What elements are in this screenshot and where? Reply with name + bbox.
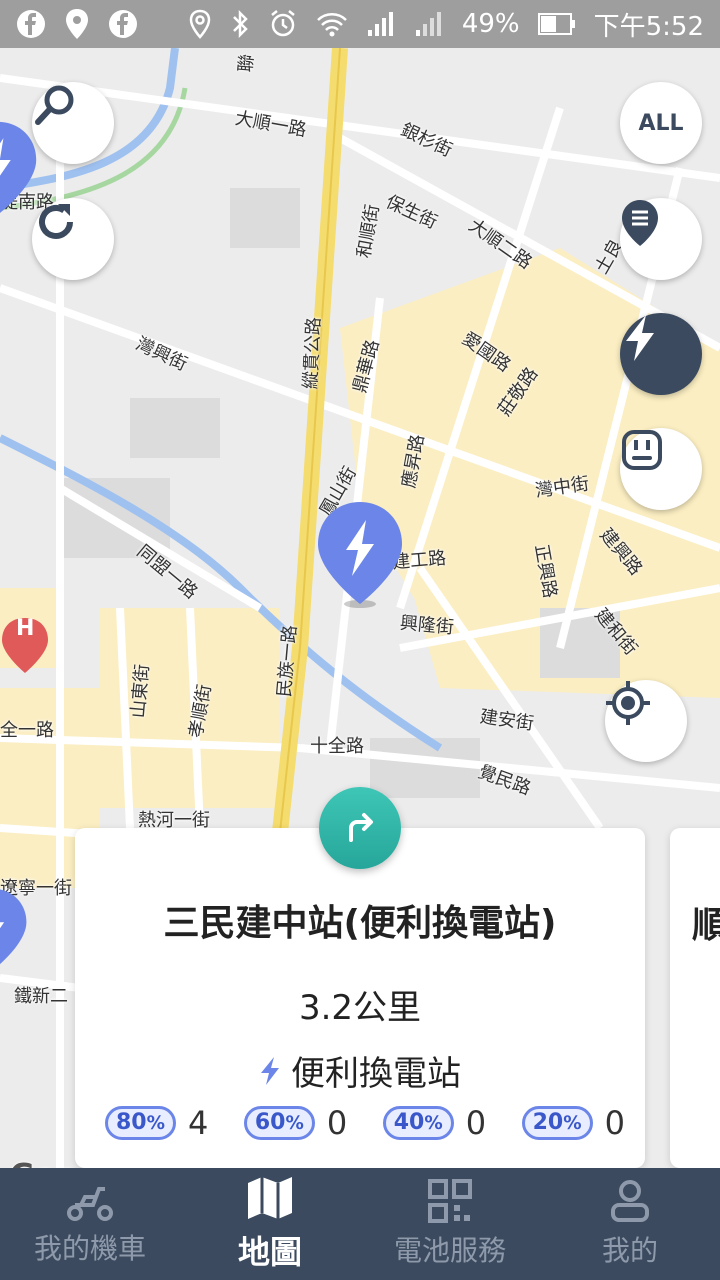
nav-label: 我的機車 <box>33 1232 146 1265</box>
battery-percent: 49% <box>461 9 520 39</box>
plug-icon <box>622 430 662 470</box>
person-icon <box>611 1180 649 1222</box>
alarm-icon <box>271 10 295 37</box>
wifi-icon <box>316 13 347 37</box>
location-icon <box>66 9 88 39</box>
battery-swap-filter-button[interactable] <box>620 313 702 395</box>
street-label: 聯 <box>235 53 258 74</box>
nav-map[interactable]: 地圖 <box>180 1168 360 1280</box>
clock: 下午5:52 <box>593 11 704 42</box>
battery-level-60: 60% 0 <box>243 1104 348 1142</box>
battery-level-80: 80% 4 <box>105 1104 208 1142</box>
nav-battery-service[interactable]: 電池服務 <box>360 1168 540 1280</box>
list-pin-icon <box>622 200 658 246</box>
my-location-button[interactable] <box>605 680 687 762</box>
nav-my-scooter[interactable]: 我的機車 <box>0 1168 180 1280</box>
battery-unit: % <box>424 1113 443 1134</box>
turn-right-arrow-icon <box>349 813 373 842</box>
map-icon <box>248 1177 292 1219</box>
list-pin-button[interactable] <box>620 198 702 280</box>
search-button[interactable] <box>32 82 114 164</box>
qr-code-icon <box>428 1179 472 1223</box>
battery-unit: % <box>146 1113 165 1134</box>
street-label: 全一路 <box>0 720 54 741</box>
signal-icon-1 <box>367 12 393 36</box>
refresh-button[interactable] <box>32 198 114 280</box>
bolt-small-icon <box>261 1056 279 1085</box>
facebook-icon-2 <box>109 10 137 38</box>
crosshair-icon <box>606 681 650 725</box>
nav-label: 地圖 <box>237 1233 302 1271</box>
battery-level: 60 <box>254 1110 286 1135</box>
navigate-button[interactable] <box>319 787 401 869</box>
street-label: 鐵新二 <box>14 986 68 1007</box>
next-station-card[interactable]: 順 <box>670 828 720 1168</box>
next-station-name: 順 <box>692 905 720 946</box>
status-right: 49% 下午5:52 <box>188 6 704 43</box>
hospital-marker-label: H <box>16 616 35 641</box>
station-distance: 3.2公里 <box>298 988 422 1028</box>
facebook-icon <box>17 10 45 38</box>
street-label: 縱貫公路 <box>300 316 325 390</box>
battery-badge: 40% <box>382 1106 454 1140</box>
battery-badge: 60% <box>243 1106 315 1140</box>
nav-label: 我的 <box>601 1234 658 1267</box>
station-name: 三民建中站(便利換電站) <box>163 903 557 944</box>
bolt-pin-icon <box>0 889 27 965</box>
station-type: 便利換電站 <box>75 1046 645 1095</box>
street-label: 興隆街 <box>399 612 455 639</box>
battery-level: 40 <box>393 1110 425 1135</box>
battery-level-20: 20% 0 <box>521 1104 625 1142</box>
battery-unit: % <box>285 1113 304 1134</box>
battery-availability: 80% 4 60% 0 40% 0 20% 0 <box>105 1104 625 1142</box>
charger-filter-button[interactable] <box>620 428 702 510</box>
google-logo: Goo <box>10 1158 76 1168</box>
search-icon <box>35 85 74 125</box>
station-card[interactable]: 三民建中站(便利換電站) 3.2公里 便利換電站 80% 4 60% 0 40%… <box>75 828 645 1168</box>
street-label: 山東街 <box>127 663 154 719</box>
battery-unit: % <box>563 1113 582 1134</box>
refresh-icon <box>39 204 73 239</box>
filter-all-button[interactable]: ALL <box>620 82 702 164</box>
battery-count: 0 <box>604 1104 625 1142</box>
location-outline-icon <box>189 9 211 39</box>
battery-count: 0 <box>326 1104 348 1142</box>
nav-label: 電池服務 <box>393 1234 506 1267</box>
status-left <box>16 8 138 40</box>
battery-count: 4 <box>188 1104 209 1142</box>
station-type-label: 便利換電站 <box>291 1054 461 1094</box>
bluetooth-icon <box>232 9 248 39</box>
filter-all-label: ALL <box>638 110 684 136</box>
nav-profile[interactable]: 我的 <box>540 1168 720 1280</box>
battery-badge: 20% <box>521 1106 593 1140</box>
street-label: 十全路 <box>310 736 364 757</box>
bolt-icon <box>626 315 654 361</box>
battery-level: 20 <box>532 1110 564 1135</box>
battery-count: 0 <box>465 1104 487 1142</box>
scooter-icon <box>67 1187 113 1221</box>
battery-icon <box>537 13 575 35</box>
battery-badge: 80% <box>105 1106 176 1140</box>
battery-level: 80 <box>116 1110 147 1135</box>
signal-icon-2 <box>415 12 441 36</box>
bottom-nav: 我的機車 地圖 電池服務 我的 <box>0 1168 720 1280</box>
battery-level-40: 40% 0 <box>382 1104 487 1142</box>
status-bar: 49% 下午5:52 <box>0 0 720 48</box>
bolt-pin-icon <box>318 502 402 608</box>
